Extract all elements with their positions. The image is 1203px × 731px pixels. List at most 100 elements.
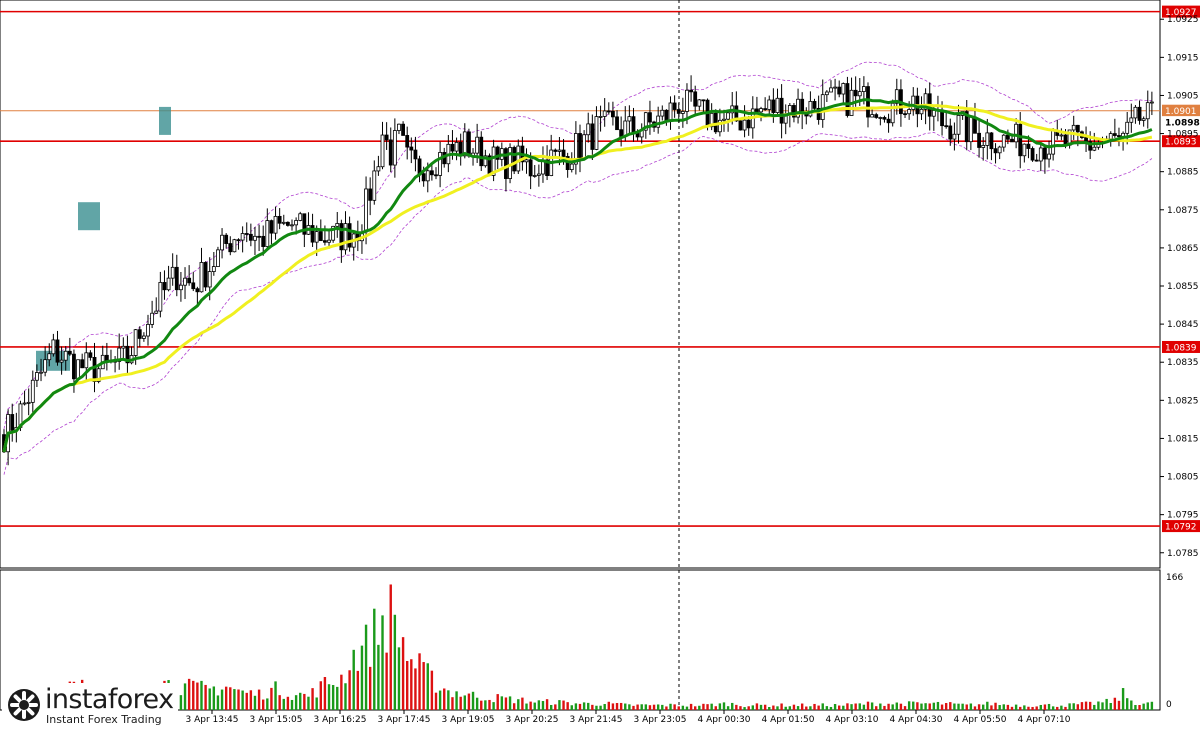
y-tick-label: 1.0845 — [1167, 320, 1199, 330]
volume-bar — [661, 704, 664, 710]
volume-bar — [512, 703, 516, 710]
candle-body — [582, 134, 587, 159]
volume-bar — [953, 703, 956, 710]
instaforex-logo: instaforex Instant Forex Trading — [2, 683, 178, 729]
candle-body — [281, 221, 286, 224]
candle-body — [88, 352, 93, 358]
volume-bar — [323, 677, 327, 710]
candle-body — [166, 277, 171, 291]
candle-body — [368, 188, 373, 201]
volume-bar — [681, 705, 685, 710]
volume-bar — [1142, 703, 1145, 710]
candle-body — [434, 174, 438, 177]
volume-bar — [327, 684, 331, 710]
volume-bar — [591, 704, 594, 710]
volume-bar — [726, 706, 730, 710]
candle-body — [878, 117, 883, 119]
volume-bar — [632, 705, 635, 710]
volume-bar — [1113, 697, 1117, 710]
volume-bar — [356, 670, 360, 710]
volume-bar — [422, 662, 425, 710]
volume-bar — [1105, 698, 1108, 710]
volume-bar — [994, 702, 997, 710]
candle-body — [183, 277, 187, 286]
volume-bar — [290, 699, 294, 710]
candle-body — [837, 86, 842, 95]
current-price-label: 1.0898 — [1165, 119, 1200, 129]
candle-body — [512, 147, 517, 172]
candle-body — [586, 123, 591, 136]
candle-body — [63, 350, 68, 361]
candle-body — [829, 87, 833, 93]
candle-body — [853, 89, 858, 97]
y-axis: 1.0925 1.0915 1.0905 1.0895 1.0885 1.0875 1.08… — [1160, 15, 1199, 559]
volume-bar — [689, 703, 693, 710]
candle-body — [504, 148, 508, 179]
candle-body — [84, 352, 89, 369]
volume-bar — [1051, 706, 1055, 710]
volume-bar — [907, 701, 911, 710]
candle-body — [968, 116, 973, 143]
volume-bar — [887, 703, 890, 710]
volume-bar — [977, 704, 981, 710]
volume-bar — [187, 678, 191, 710]
candle-body — [557, 149, 562, 152]
candle-body — [388, 139, 393, 166]
candle-body — [1125, 121, 1130, 134]
volume-bar — [443, 688, 446, 710]
candle-body — [532, 175, 537, 177]
candle-body — [224, 234, 229, 244]
volume-bar — [216, 695, 220, 710]
candle-body — [253, 235, 257, 241]
y-tick-label: 1.0865 — [1167, 244, 1199, 254]
candle-body — [1030, 148, 1035, 161]
candle-body — [372, 170, 377, 201]
candle-body — [1014, 123, 1019, 143]
volume-bar — [377, 644, 380, 710]
candle-body — [919, 108, 924, 115]
candle-body — [467, 131, 471, 157]
volume-bar — [1031, 706, 1034, 710]
candle-body — [294, 220, 299, 226]
candle-body — [30, 379, 35, 403]
candle-body — [977, 132, 981, 148]
volume-bar — [998, 705, 1001, 710]
candle-body — [43, 359, 48, 373]
candle-body — [672, 102, 677, 110]
candle-body — [55, 339, 60, 363]
candle-body — [244, 233, 249, 235]
volume-bar — [331, 685, 335, 710]
candle-body — [236, 239, 241, 242]
candle-body — [812, 101, 817, 109]
volume-bar — [644, 704, 648, 710]
volume-bar — [1006, 704, 1010, 710]
candle-body — [611, 110, 615, 118]
volume-bar — [624, 703, 627, 710]
candle-body — [866, 86, 870, 118]
price-chart[interactable]: 1.0927 1.0893 1.0839 1.0792 1.0901 1.0898 1.0… — [0, 0, 1203, 731]
volume-bar — [850, 704, 853, 710]
candle-body — [417, 158, 422, 175]
volume-bar — [480, 700, 483, 710]
candle-body — [664, 109, 669, 121]
candle-body — [779, 97, 784, 124]
volume-bar — [694, 706, 697, 710]
candle-body — [187, 277, 192, 284]
y-tick-label: 1.0895 — [1167, 130, 1199, 140]
volume-bar — [1088, 701, 1092, 710]
volume-bar — [899, 703, 903, 710]
volume-bar — [685, 706, 689, 710]
candle-body — [578, 133, 582, 159]
volume-bar — [739, 706, 742, 710]
volume-bar — [381, 615, 384, 710]
volume-bar — [747, 706, 750, 710]
candle-body — [269, 220, 274, 234]
y-tick-label: 1.0795 — [1167, 511, 1199, 521]
candle-body — [553, 149, 558, 152]
volume-bar — [220, 689, 224, 710]
logo-tagline: Instant Forex Trading — [46, 713, 162, 726]
candle-body — [1149, 101, 1154, 104]
candle-body — [318, 231, 323, 242]
volume-bar — [718, 703, 722, 710]
chart-canvas: 1.09271.08931.08391.07921.09011.0898 1.0… — [0, 0, 1200, 725]
